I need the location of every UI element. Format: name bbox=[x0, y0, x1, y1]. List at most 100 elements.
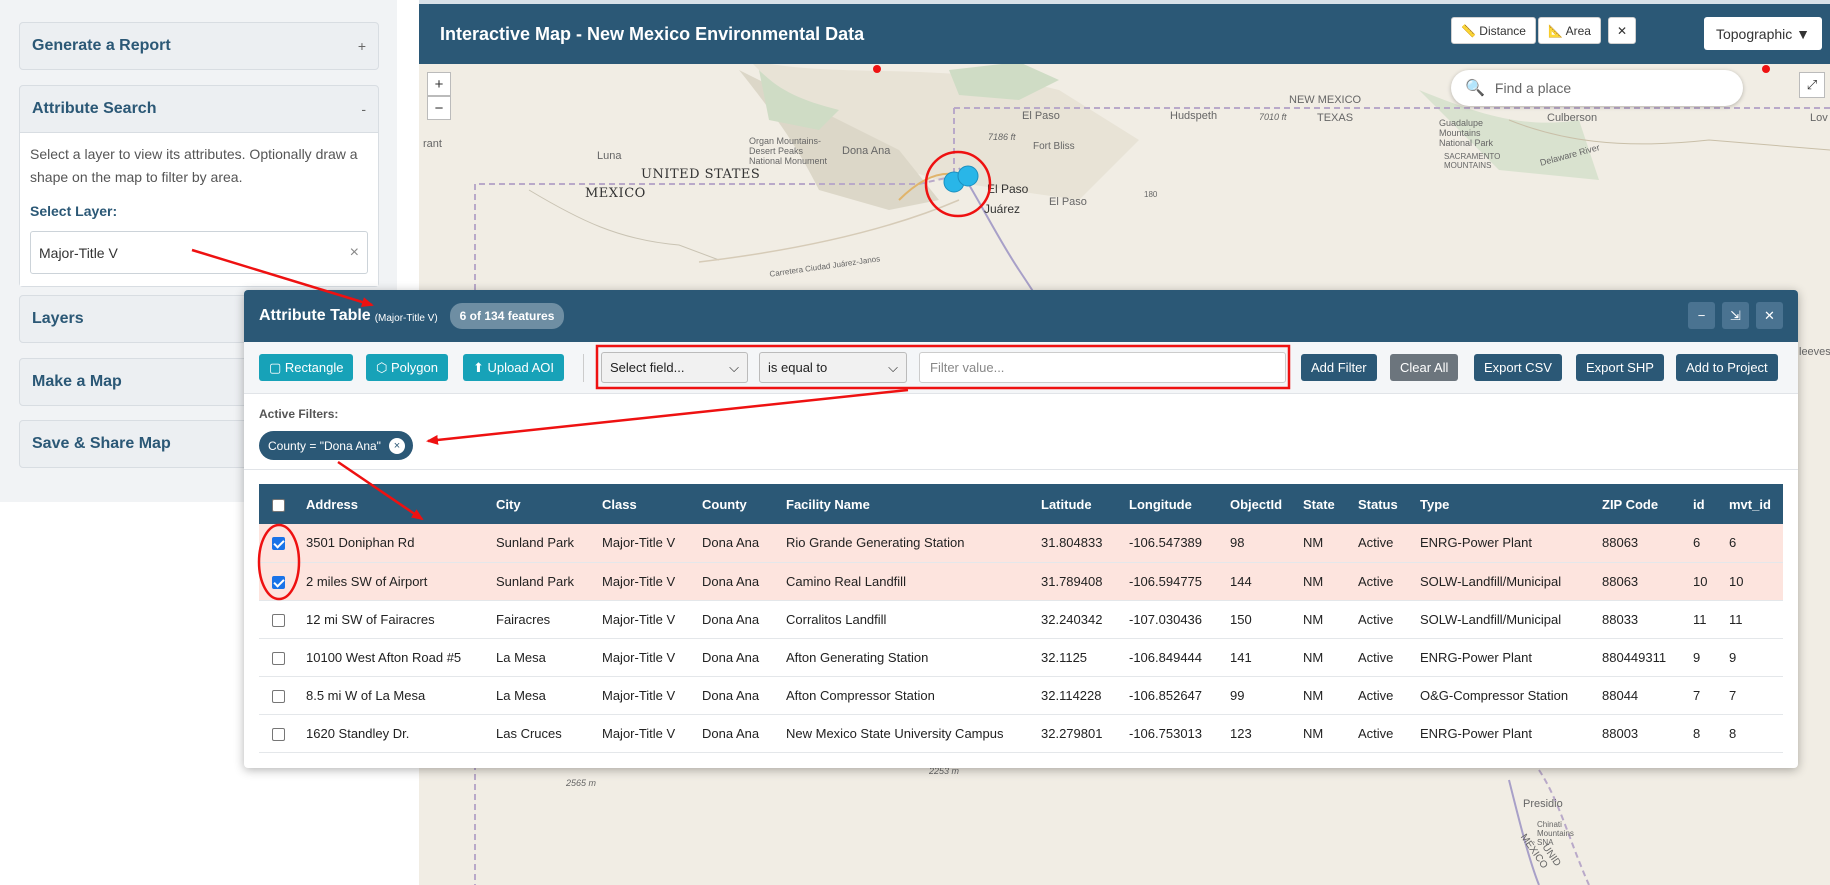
export-shp-button[interactable]: Export SHP bbox=[1576, 354, 1664, 381]
rectangle-tool-button[interactable]: ▢ Rectangle bbox=[259, 354, 354, 381]
column-header[interactable]: County bbox=[697, 484, 781, 524]
row-checkbox[interactable] bbox=[272, 575, 285, 589]
row-checkbox[interactable] bbox=[272, 727, 285, 741]
add-to-project-button[interactable]: Add to Project bbox=[1676, 354, 1778, 381]
column-header[interactable]: Address bbox=[301, 484, 491, 524]
app-root: Generate a Report + Attribute Search - S… bbox=[0, 0, 1830, 885]
table-row[interactable]: 12 mi SW of Fairacres Fairacres Major-Titl… bbox=[259, 600, 1783, 639]
table-cell: 9 bbox=[1688, 638, 1724, 677]
export-csv-button[interactable]: Export CSV bbox=[1474, 354, 1562, 381]
table-cell: 99 bbox=[1225, 676, 1298, 715]
map-label: TEXAS bbox=[1317, 112, 1354, 124]
column-header[interactable]: Status bbox=[1353, 484, 1415, 524]
table-toolbar: ▢ Rectangle ⬡ Polygon ⬆ Upload AOI Selec… bbox=[244, 342, 1798, 394]
column-header[interactable]: Class bbox=[597, 484, 697, 524]
map-label: 7186 ft bbox=[988, 132, 1016, 142]
table-cell: 88003 bbox=[1597, 714, 1688, 753]
table-cell: Las Cruces bbox=[491, 714, 597, 753]
row-checkbox[interactable] bbox=[272, 537, 285, 551]
column-header[interactable]: mvt_id bbox=[1724, 484, 1783, 524]
upload-aoi-button[interactable]: ⬆ Upload AOI bbox=[463, 354, 564, 381]
select-all-checkbox[interactable] bbox=[272, 498, 285, 512]
row-select-cell bbox=[259, 562, 301, 601]
table-cell: 88033 bbox=[1597, 600, 1688, 639]
table-row[interactable]: 1620 Standley Dr. Las Cruces Major-Title V… bbox=[259, 714, 1783, 753]
collapse-icon: - bbox=[361, 101, 366, 117]
zoom-in-button[interactable]: + bbox=[427, 72, 451, 96]
column-header[interactable]: ZIP Code bbox=[1597, 484, 1688, 524]
accordion-header[interactable]: Generate a Report + bbox=[20, 23, 378, 69]
minimize-button[interactable]: − bbox=[1688, 302, 1715, 329]
restore-button[interactable]: ⇲ bbox=[1722, 302, 1749, 329]
table-cell: 880449311 bbox=[1597, 638, 1688, 677]
table-row[interactable]: 3501 Doniphan Rd Sunland Park Major-Title … bbox=[259, 524, 1783, 563]
table-row[interactable]: 10100 West Afton Road #5 La Mesa Major-Tit… bbox=[259, 638, 1783, 677]
column-header[interactable]: Longitude bbox=[1124, 484, 1225, 524]
map-label: Fort Bliss bbox=[1033, 141, 1075, 152]
table-cell: Fairacres bbox=[491, 600, 597, 639]
accordion-title: Make a Map bbox=[32, 373, 122, 390]
column-header[interactable]: State bbox=[1298, 484, 1353, 524]
row-checkbox[interactable] bbox=[272, 613, 285, 627]
zoom-out-button[interactable]: − bbox=[427, 96, 451, 120]
map-label: rant bbox=[423, 138, 442, 150]
column-header[interactable]: ObjectId bbox=[1225, 484, 1298, 524]
panel-header[interactable]: Attribute Table (Major-Title V) 6 of 134… bbox=[244, 290, 1798, 342]
expand-icon: + bbox=[357, 38, 366, 54]
column-header[interactable]: Latitude bbox=[1036, 484, 1124, 524]
table-cell: 32.1125 bbox=[1036, 638, 1124, 677]
active-filters-label: Active Filters: bbox=[259, 407, 339, 421]
map-label: Guadalupe Mountains National Park bbox=[1439, 118, 1494, 148]
layer-select[interactable]: Major-Title V × bbox=[30, 231, 368, 274]
place-search[interactable]: 🔍 Find a place bbox=[1451, 70, 1743, 106]
table-cell: Major-Title V bbox=[597, 638, 697, 677]
table-cell: 6 bbox=[1688, 524, 1724, 563]
operator-select[interactable]: is equal to ⌵ bbox=[759, 352, 907, 383]
table-cell: O&G-Compressor Station bbox=[1415, 676, 1597, 715]
distance-tool-button[interactable]: 📏 Distance bbox=[1451, 17, 1536, 44]
column-header[interactable]: Facility Name bbox=[781, 484, 1036, 524]
table-cell: 8 bbox=[1724, 714, 1783, 753]
remove-filter-icon[interactable]: × bbox=[388, 437, 405, 454]
feature-count-badge: 6 of 134 features bbox=[449, 303, 565, 329]
row-checkbox[interactable] bbox=[272, 689, 285, 703]
table-cell: ENRG-Power Plant bbox=[1415, 524, 1597, 563]
accordion-generate-report[interactable]: Generate a Report + bbox=[19, 22, 379, 70]
filter-value-input[interactable]: Filter value... bbox=[919, 352, 1286, 383]
row-checkbox[interactable] bbox=[272, 651, 285, 665]
row-select-cell bbox=[259, 638, 301, 677]
table-cell: SOLW-Landfill/Municipal bbox=[1415, 600, 1597, 639]
toolbar-divider bbox=[583, 354, 584, 382]
column-header[interactable]: Type bbox=[1415, 484, 1597, 524]
table-cell: Dona Ana bbox=[697, 676, 781, 715]
table-cell: 11 bbox=[1724, 600, 1783, 639]
clear-icon[interactable]: × bbox=[350, 244, 359, 262]
table-cell: Major-Title V bbox=[597, 524, 697, 563]
close-tools-button[interactable]: ✕ bbox=[1608, 17, 1637, 44]
basemap-dropdown[interactable]: Topographic ▼ bbox=[1704, 17, 1822, 50]
table-cell: 31.804833 bbox=[1036, 524, 1124, 563]
area-tool-button[interactable]: 📐 Area bbox=[1538, 17, 1601, 44]
clear-all-button[interactable]: Clear All bbox=[1390, 354, 1459, 381]
column-header[interactable]: City bbox=[491, 484, 597, 524]
close-panel-button[interactable]: ✕ bbox=[1756, 302, 1783, 329]
accordion-attribute-search[interactable]: Attribute Search - Select a layer to vie… bbox=[19, 85, 379, 287]
table-cell: 3501 Doniphan Rd bbox=[301, 524, 491, 563]
table-row[interactable]: 8.5 mi W of La Mesa La Mesa Major-Title VD… bbox=[259, 676, 1783, 715]
map-label: 180 bbox=[1144, 190, 1158, 199]
table-cell: 141 bbox=[1225, 638, 1298, 677]
row-select-cell bbox=[259, 524, 301, 563]
table-cell: -106.753013 bbox=[1124, 714, 1225, 753]
table-header-row: Address City Class County Facility Name … bbox=[259, 484, 1783, 524]
polygon-tool-button[interactable]: ⬡ Polygon bbox=[366, 354, 448, 381]
row-select-cell bbox=[259, 714, 301, 753]
table-row[interactable]: 2 miles SW of Airport Sunland Park Major-T… bbox=[259, 562, 1783, 601]
fullscreen-icon[interactable]: ⤢ bbox=[1799, 72, 1825, 98]
table-cell: New Mexico State University Campus bbox=[781, 714, 1036, 753]
accordion-header[interactable]: Attribute Search - bbox=[20, 86, 378, 132]
filter-chip-label: County = "Dona Ana" bbox=[268, 438, 381, 453]
field-select[interactable]: Select field... ⌵ bbox=[601, 352, 748, 383]
column-header[interactable]: id bbox=[1688, 484, 1724, 524]
table-cell: 10100 West Afton Road #5 bbox=[301, 638, 491, 677]
add-filter-button[interactable]: Add Filter bbox=[1301, 354, 1377, 381]
